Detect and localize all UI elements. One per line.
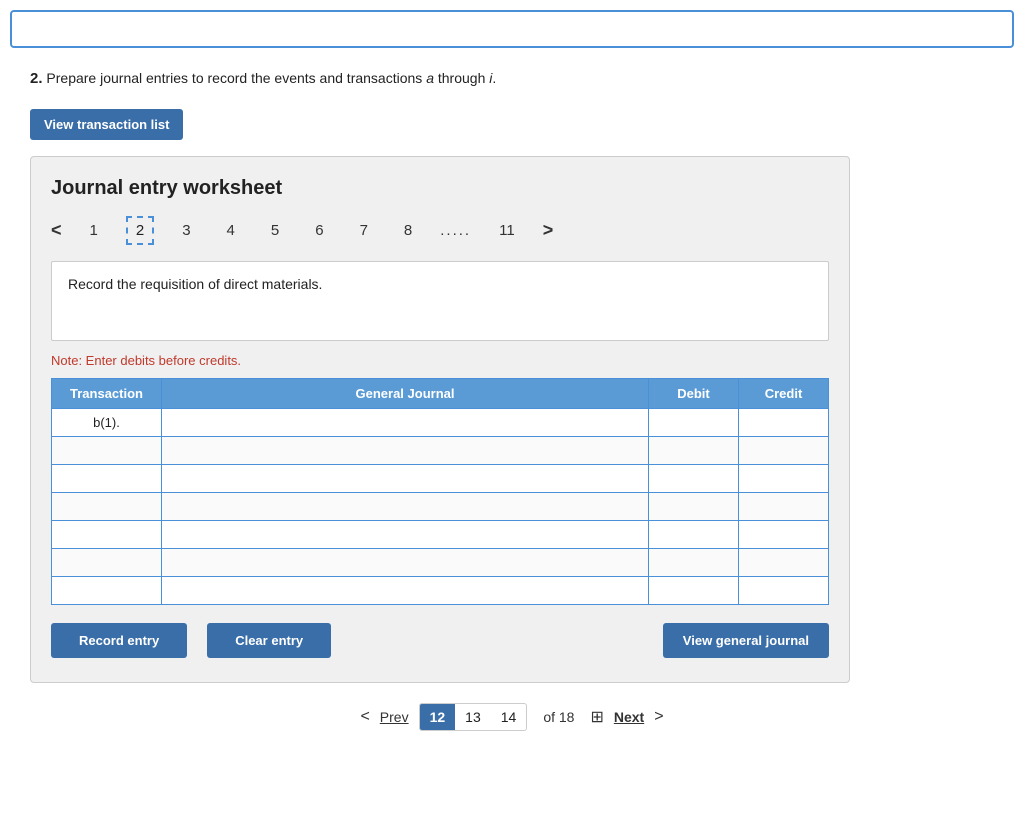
debit-input-4[interactable] bbox=[649, 493, 738, 520]
table-row bbox=[52, 436, 829, 464]
tab-next-arrow[interactable]: > bbox=[543, 220, 554, 241]
of-total-text: of 18 bbox=[537, 709, 580, 725]
page-num-14[interactable]: 14 bbox=[491, 704, 527, 730]
table-row bbox=[52, 576, 829, 604]
debit-cell-5[interactable] bbox=[649, 520, 739, 548]
bottom-prev-arrow[interactable]: < bbox=[360, 708, 369, 726]
description-box: Record the requisition of direct materia… bbox=[51, 261, 829, 341]
bottom-navigation: < Prev 12 13 14 of 18 ⊞ Next > bbox=[30, 683, 994, 741]
general-journal-input-3[interactable] bbox=[162, 465, 648, 492]
general-journal-cell-3[interactable] bbox=[162, 464, 649, 492]
tab-1[interactable]: 1 bbox=[82, 218, 106, 243]
credit-cell-7[interactable] bbox=[739, 576, 829, 604]
top-input-bar[interactable] bbox=[10, 10, 1014, 48]
col-header-debit: Debit bbox=[649, 378, 739, 408]
tab-3[interactable]: 3 bbox=[174, 218, 198, 243]
debit-cell-2[interactable] bbox=[649, 436, 739, 464]
action-buttons-row: Record entry Clear entry View general jo… bbox=[51, 623, 829, 658]
credit-input-4[interactable] bbox=[739, 493, 828, 520]
tab-2[interactable]: 2 bbox=[126, 216, 154, 245]
credit-input-5[interactable] bbox=[739, 521, 828, 548]
tab-11[interactable]: 11 bbox=[491, 218, 523, 243]
general-journal-cell-2[interactable] bbox=[162, 436, 649, 464]
clear-entry-button[interactable]: Clear entry bbox=[207, 623, 331, 658]
page-number-box: 12 13 14 bbox=[419, 703, 528, 731]
transaction-cell-5 bbox=[52, 520, 162, 548]
table-row bbox=[52, 548, 829, 576]
general-journal-input-5[interactable] bbox=[162, 521, 648, 548]
table-row: b(1). bbox=[52, 408, 829, 436]
description-text: Record the requisition of direct materia… bbox=[68, 276, 322, 292]
transaction-cell-6 bbox=[52, 548, 162, 576]
general-journal-input-4[interactable] bbox=[162, 493, 648, 520]
credit-cell-3[interactable] bbox=[739, 464, 829, 492]
transaction-cell-7 bbox=[52, 576, 162, 604]
col-header-general-journal: General Journal bbox=[162, 378, 649, 408]
debit-input-1[interactable] bbox=[649, 409, 738, 436]
prev-link[interactable]: Prev bbox=[380, 709, 409, 725]
debit-input-2[interactable] bbox=[649, 437, 738, 464]
general-journal-input-7[interactable] bbox=[162, 577, 648, 604]
credit-input-1[interactable] bbox=[739, 409, 828, 436]
tab-4[interactable]: 4 bbox=[219, 218, 243, 243]
record-entry-button[interactable]: Record entry bbox=[51, 623, 187, 658]
note-text: Note: Enter debits before credits. bbox=[51, 353, 829, 368]
next-link[interactable]: Next bbox=[614, 709, 644, 725]
general-journal-cell-6[interactable] bbox=[162, 548, 649, 576]
worksheet-container: Journal entry worksheet < 1 2 3 4 5 6 7 … bbox=[30, 156, 850, 683]
grid-icon[interactable]: ⊞ bbox=[590, 707, 603, 727]
tab-5[interactable]: 5 bbox=[263, 218, 287, 243]
col-header-credit: Credit bbox=[739, 378, 829, 408]
col-header-transaction: Transaction bbox=[52, 378, 162, 408]
transaction-cell-3 bbox=[52, 464, 162, 492]
debit-input-6[interactable] bbox=[649, 549, 738, 576]
debit-cell-1[interactable] bbox=[649, 408, 739, 436]
credit-input-2[interactable] bbox=[739, 437, 828, 464]
credit-cell-5[interactable] bbox=[739, 520, 829, 548]
page-num-12[interactable]: 12 bbox=[420, 704, 456, 730]
tab-navigation: < 1 2 3 4 5 6 7 8 ..... 11 > bbox=[51, 216, 829, 245]
page-num-13[interactable]: 13 bbox=[455, 704, 491, 730]
credit-input-6[interactable] bbox=[739, 549, 828, 576]
transaction-cell-2 bbox=[52, 436, 162, 464]
transaction-cell-1: b(1). bbox=[52, 408, 162, 436]
tab-dots: ..... bbox=[440, 222, 471, 239]
table-row bbox=[52, 520, 829, 548]
tab-6[interactable]: 6 bbox=[307, 218, 331, 243]
general-journal-input-6[interactable] bbox=[162, 549, 648, 576]
credit-cell-4[interactable] bbox=[739, 492, 829, 520]
table-row bbox=[52, 464, 829, 492]
view-transaction-button[interactable]: View transaction list bbox=[30, 109, 183, 140]
debit-cell-7[interactable] bbox=[649, 576, 739, 604]
debit-cell-4[interactable] bbox=[649, 492, 739, 520]
general-journal-cell-5[interactable] bbox=[162, 520, 649, 548]
transaction-cell-4 bbox=[52, 492, 162, 520]
tab-8[interactable]: 8 bbox=[396, 218, 420, 243]
debit-input-3[interactable] bbox=[649, 465, 738, 492]
credit-cell-2[interactable] bbox=[739, 436, 829, 464]
table-row bbox=[52, 492, 829, 520]
credit-input-3[interactable] bbox=[739, 465, 828, 492]
journal-table: Transaction General Journal Debit Credit… bbox=[51, 378, 829, 605]
debit-input-7[interactable] bbox=[649, 577, 738, 604]
view-general-journal-button[interactable]: View general journal bbox=[663, 623, 829, 658]
general-journal-cell-7[interactable] bbox=[162, 576, 649, 604]
general-journal-input-1[interactable] bbox=[162, 409, 648, 436]
credit-cell-1[interactable] bbox=[739, 408, 829, 436]
debit-cell-6[interactable] bbox=[649, 548, 739, 576]
tab-prev-arrow[interactable]: < bbox=[51, 220, 62, 241]
tab-7[interactable]: 7 bbox=[352, 218, 376, 243]
general-journal-input-2[interactable] bbox=[162, 437, 648, 464]
worksheet-title: Journal entry worksheet bbox=[51, 177, 829, 200]
bottom-next-arrow[interactable]: > bbox=[654, 708, 663, 726]
credit-cell-6[interactable] bbox=[739, 548, 829, 576]
debit-input-5[interactable] bbox=[649, 521, 738, 548]
question-text: 2. Prepare journal entries to record the… bbox=[30, 68, 994, 91]
general-journal-cell-4[interactable] bbox=[162, 492, 649, 520]
general-journal-cell-1[interactable] bbox=[162, 408, 649, 436]
debit-cell-3[interactable] bbox=[649, 464, 739, 492]
credit-input-7[interactable] bbox=[739, 577, 828, 604]
